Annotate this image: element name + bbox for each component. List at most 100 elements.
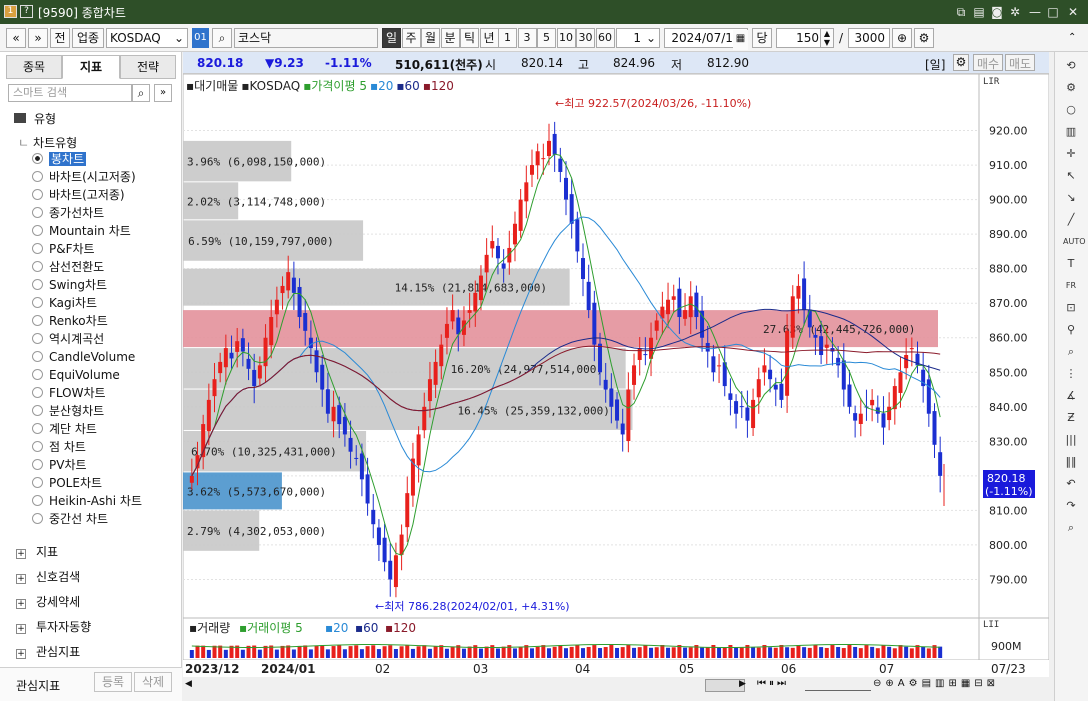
search-icon[interactable]: ⌕: [132, 84, 150, 102]
section-3[interactable]: + 투자자동향: [16, 617, 91, 637]
gear-icon[interactable]: ⚙: [1063, 80, 1079, 96]
period-5[interactable]: 년: [479, 28, 499, 48]
radio-icon[interactable]: [32, 207, 43, 218]
chart-type-item[interactable]: 중간선 차트: [32, 510, 108, 528]
radio-icon[interactable]: [32, 279, 43, 290]
radio-icon[interactable]: [32, 459, 43, 470]
current-button[interactable]: 당: [752, 28, 772, 48]
minute-1[interactable]: 1: [498, 28, 517, 48]
chart-type-item[interactable]: PV차트: [32, 456, 87, 474]
gear-icon[interactable]: ⚙: [914, 28, 934, 48]
period-2[interactable]: 월: [421, 28, 440, 48]
magnifier-icon[interactable]: ⌕: [1063, 344, 1079, 360]
radio-icon[interactable]: [32, 477, 43, 488]
chart-type-item[interactable]: P&F차트: [32, 240, 95, 258]
radio-icon[interactable]: [32, 261, 43, 272]
pointer-icon[interactable]: ↖: [1063, 168, 1079, 184]
expand-icon[interactable]: +: [16, 549, 26, 559]
chart-type-item[interactable]: Kagi차트: [32, 294, 97, 312]
legend-item[interactable]: ▪20: [370, 79, 393, 93]
stepper-icon[interactable]: ▲ ▼: [820, 28, 834, 48]
radio-icon[interactable]: [32, 351, 43, 362]
grid-icon[interactable]: ‖‖: [1063, 454, 1079, 470]
chart-type-item[interactable]: 분산형차트: [32, 402, 104, 420]
minute-10[interactable]: 10: [556, 28, 576, 48]
section-0[interactable]: + 지표: [16, 542, 58, 562]
period-3[interactable]: 분: [440, 28, 460, 48]
expand-icon[interactable]: +: [16, 649, 26, 659]
period-1[interactable]: 주: [401, 28, 421, 48]
legend-item[interactable]: ▪60: [396, 79, 419, 93]
zoom-icon[interactable]: ⚲: [1063, 322, 1079, 338]
text-icon[interactable]: T: [1063, 256, 1079, 272]
crosshair-icon[interactable]: ✛: [1063, 146, 1079, 162]
bar-chart-icon[interactable]: ▥: [1063, 124, 1079, 140]
settings-icon[interactable]: ✲: [1006, 3, 1024, 21]
expand-icon[interactable]: +: [16, 624, 26, 634]
minute-3[interactable]: 3: [517, 28, 537, 48]
chart-type-item[interactable]: Renko차트: [32, 312, 108, 330]
search-input[interactable]: 스마트 검색: [8, 84, 132, 102]
chart-type-item[interactable]: 계단 차트: [32, 420, 97, 438]
count-step-field[interactable]: 1 ⌄: [616, 28, 660, 48]
prev-double-icon[interactable]: «: [6, 28, 26, 48]
period-4[interactable]: 틱: [460, 28, 479, 48]
radio-icon[interactable]: [32, 405, 43, 416]
radio-icon[interactable]: [32, 333, 43, 344]
legend-item[interactable]: ▪KOSDAQ: [241, 79, 300, 93]
line-icon[interactable]: ╱: [1063, 212, 1079, 228]
radio-icon[interactable]: [32, 297, 43, 308]
all-button[interactable]: 전: [50, 28, 70, 48]
auto-icon[interactable]: AUTO: [1063, 234, 1086, 250]
maximize-icon[interactable]: □: [1044, 3, 1062, 21]
sector-button[interactable]: 업종: [72, 28, 104, 48]
legend-item[interactable]: ▪120: [423, 79, 454, 93]
register-button[interactable]: 등록: [94, 672, 132, 692]
memo-icon[interactable]: ▤: [970, 3, 988, 21]
radio-icon[interactable]: [32, 315, 43, 326]
search-icon[interactable]: ⌕: [1063, 520, 1079, 536]
chart-type-item[interactable]: Heikin-Ashi 차트: [32, 492, 142, 510]
chart-type-item[interactable]: Swing차트: [32, 276, 107, 294]
chart-type-item[interactable]: 바차트(고저종): [32, 186, 125, 204]
name-field[interactable]: 코스닥: [234, 28, 378, 48]
legend-item[interactable]: ▪대기매물: [186, 79, 238, 93]
chart-type-item[interactable]: 역시계곡선: [32, 330, 104, 348]
minimize-icon[interactable]: —: [1026, 3, 1044, 21]
buy-button[interactable]: 매수: [973, 54, 1003, 71]
tab-indicator[interactable]: 지표: [62, 55, 120, 79]
collapse-icon[interactable]: ⌃: [1068, 32, 1076, 43]
zoom-in-icon[interactable]: ⊕: [892, 28, 912, 48]
chevron-down-icon[interactable]: »: [28, 28, 48, 48]
calendar-icon[interactable]: ▦: [733, 30, 748, 50]
stats-icon[interactable]: ⋮: [1063, 366, 1079, 382]
circle-icon[interactable]: ○: [1063, 102, 1079, 118]
chart-type-item[interactable]: POLE차트: [32, 474, 102, 492]
tree-root[interactable]: 유형: [14, 110, 56, 127]
total-field[interactable]: 3000: [848, 28, 890, 48]
bars-field[interactable]: 150: [776, 28, 824, 48]
radio-icon[interactable]: [32, 171, 43, 182]
section-2[interactable]: + 강세약세: [16, 592, 80, 612]
zigzag-icon[interactable]: Ƶ: [1063, 410, 1079, 426]
chart-settings-icon[interactable]: ⚙: [953, 54, 969, 71]
sell-button[interactable]: 매도: [1005, 54, 1035, 71]
radio-icon[interactable]: [32, 369, 43, 380]
radio-icon[interactable]: [32, 387, 43, 398]
radio-icon[interactable]: [32, 441, 43, 452]
angle-icon[interactable]: ∡: [1063, 388, 1079, 404]
chart-type-item[interactable]: 종가선차트: [32, 204, 104, 222]
chart-canvas[interactable]: 920.00 910.00 900.00 890.00 880.00 870.00 860.…: [183, 74, 1049, 693]
chart-scroll-bar[interactable]: ◀ ▶ ⏮⏸⏭ ⊖⊕A⚙▤▥⊞▦⊟⊠: [183, 677, 1049, 695]
ray-icon[interactable]: ↘: [1063, 190, 1079, 206]
zoom-slider[interactable]: [805, 679, 871, 691]
expand-icon[interactable]: +: [16, 599, 26, 609]
radio-icon[interactable]: [32, 189, 43, 200]
chart-type-item[interactable]: 봉차트: [32, 150, 87, 168]
section-4[interactable]: + 관심지표: [16, 642, 80, 662]
tree-group[interactable]: ㄴ 차트유형: [18, 134, 77, 151]
tab-stock[interactable]: 종목: [6, 55, 62, 79]
expand-icon[interactable]: +: [16, 574, 26, 584]
chart-type-item[interactable]: 삼선전환도: [32, 258, 104, 276]
radio-icon[interactable]: [32, 495, 43, 506]
